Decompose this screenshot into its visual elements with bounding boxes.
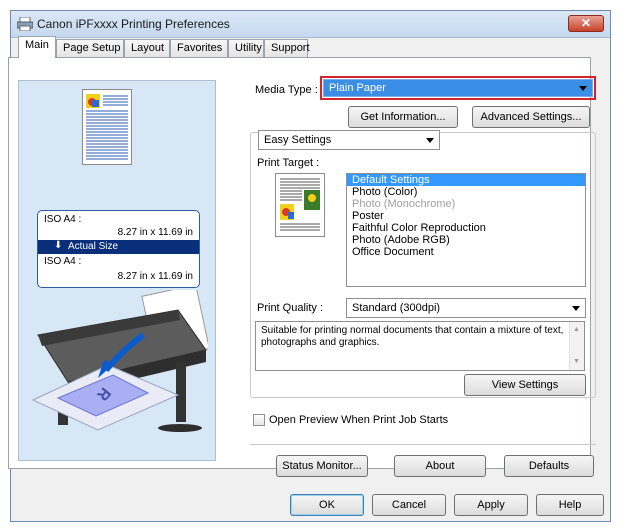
printer-illustration: R (31, 290, 208, 432)
chevron-down-icon (572, 306, 580, 311)
apply-button[interactable]: Apply (454, 494, 528, 516)
page-preview-graphic (86, 94, 128, 160)
tab-support[interactable]: Support (264, 39, 310, 57)
list-item-photo-monochrome: Photo (Monochrome) (352, 198, 456, 210)
page-preview (82, 89, 132, 165)
chevron-down-icon (579, 86, 587, 91)
list-item-default-settings[interactable]: Default Settings (347, 174, 585, 186)
get-information-button[interactable]: Get Information... (348, 106, 458, 128)
about-button[interactable]: About (394, 455, 486, 477)
list-item-office-document[interactable]: Office Document (347, 246, 585, 258)
scale-label: Actual Size (68, 241, 119, 252)
settings-mode-select[interactable]: Easy Settings (258, 130, 440, 150)
media-type-select[interactable]: Plain Paper (323, 79, 593, 97)
print-quality-label: Print Quality : (257, 302, 324, 314)
print-target-thumbnail (275, 173, 325, 237)
original-size-value: 8.27 in x 11.69 in (117, 227, 193, 238)
window-title: Canon iPFxxxx Printing Preferences (37, 17, 230, 31)
close-icon: ✕ (580, 16, 592, 30)
help-button[interactable]: Help (536, 494, 604, 516)
list-item-photo-adobe-rgb[interactable]: Photo (Adobe RGB) (347, 234, 585, 246)
tab-layout[interactable]: Layout (124, 39, 170, 57)
original-size-label: ISO A4 : (44, 214, 82, 225)
output-size-value: 8.27 in x 11.69 in (117, 271, 193, 282)
description-text: Suitable for printing normal documents t… (261, 325, 564, 348)
open-preview-checkbox[interactable] (253, 414, 265, 426)
open-preview-label[interactable]: Open Preview When Print Job Starts (269, 414, 448, 426)
chevron-down-icon (426, 138, 434, 143)
media-type-label: Media Type : (255, 84, 318, 96)
output-size-label: ISO A4 : (44, 256, 82, 267)
title-bar[interactable]: Canon iPFxxxx Printing Preferences ✕ (11, 11, 610, 38)
media-type-value: Plain Paper (329, 82, 386, 94)
scale-bar: ⬇ Actual Size (38, 240, 199, 254)
print-quality-value: Standard (300dpi) (352, 302, 441, 314)
tab-favorites[interactable]: Favorites (170, 39, 228, 57)
list-item-poster[interactable]: Poster (347, 210, 585, 222)
view-settings-button[interactable]: View Settings (464, 374, 586, 396)
list-item-photo-color[interactable]: Photo (Color) (347, 186, 585, 198)
cancel-button[interactable]: Cancel (372, 494, 446, 516)
print-target-list[interactable]: Default Settings Photo (Color) Photo (Mo… (346, 173, 586, 287)
defaults-button[interactable]: Defaults (504, 455, 594, 477)
size-info-box: ISO A4 : 8.27 in x 11.69 in ⬇ Actual Siz… (37, 210, 200, 288)
scroll-up-icon[interactable]: ▲ (573, 324, 580, 336)
settings-mode-value: Easy Settings (264, 134, 332, 146)
description-scrollbar[interactable]: ▲ ▼ (569, 322, 584, 370)
separator (250, 444, 596, 445)
down-arrow-icon: ⬇ (54, 240, 63, 251)
tab-utility[interactable]: Utility (228, 39, 264, 57)
print-target-label: Print Target : (257, 157, 320, 169)
status-monitor-button[interactable]: Status Monitor... (276, 455, 368, 477)
advanced-settings-button[interactable]: Advanced Settings... (472, 106, 590, 128)
scroll-down-icon[interactable]: ▼ (573, 356, 580, 368)
list-item-faithful-color[interactable]: Faithful Color Reproduction (347, 222, 585, 234)
printer-app-icon (17, 17, 33, 31)
document-thumbnail-graphic (280, 178, 320, 231)
print-quality-select[interactable]: Standard (300dpi) (346, 298, 586, 318)
tab-main[interactable]: Main (18, 36, 56, 58)
tab-page-setup[interactable]: Page Setup (56, 39, 124, 57)
close-button[interactable]: ✕ (568, 15, 604, 32)
ok-button[interactable]: OK (290, 494, 364, 516)
description-box: Suitable for printing normal documents t… (255, 321, 585, 371)
